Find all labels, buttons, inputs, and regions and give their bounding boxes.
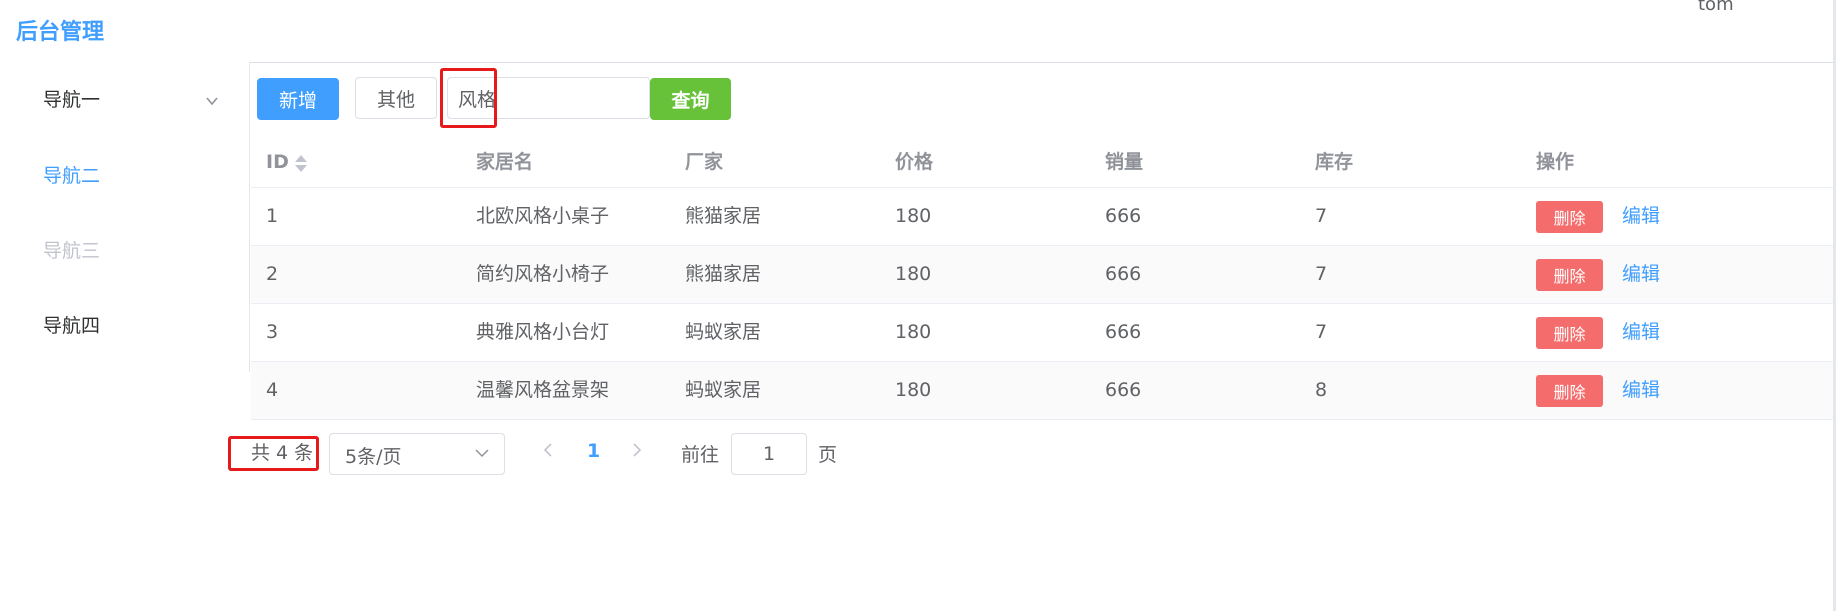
cell-name: 简约风格小椅子: [476, 263, 610, 285]
table-row: 3 典雅风格小台灯 蚂蚁家居 180 666 7 删除 编辑: [251, 304, 1833, 362]
cell-name: 典雅风格小台灯: [476, 321, 610, 343]
column-header-sales: 销量: [1105, 151, 1144, 173]
column-header-id[interactable]: ID: [266, 140, 307, 184]
user-name[interactable]: tom: [1698, 0, 1734, 15]
cell-maker: 蚂蚁家居: [685, 321, 762, 343]
pagination-total: 共 4 条: [251, 442, 314, 464]
sidebar-item-nav-3: 导航三: [43, 240, 101, 262]
sidebar-item-nav-1[interactable]: 导航一: [43, 85, 100, 112]
cell-sales: 666: [1105, 379, 1142, 401]
column-header-price: 价格: [895, 151, 934, 173]
top-header: 后台管理 tom: [0, 0, 1836, 63]
cell-price: 180: [895, 379, 932, 401]
goto-label: 前往: [681, 444, 720, 466]
delete-button[interactable]: 删除: [1536, 201, 1603, 233]
cell-maker: 熊猫家居: [685, 263, 762, 285]
cell-maker: 蚂蚁家居: [685, 379, 762, 401]
delete-button[interactable]: 删除: [1536, 259, 1603, 291]
chevron-down-icon: [475, 449, 489, 458]
cell-stock: 7: [1315, 205, 1328, 227]
chevron-down-icon[interactable]: [205, 94, 219, 108]
cell-maker: 熊猫家居: [685, 205, 762, 227]
table-row: 4 温馨风格盆景架 蚂蚁家居 180 666 8 删除 编辑: [251, 362, 1833, 420]
app-title: 后台管理: [16, 20, 105, 45]
page-size-select[interactable]: 5条/页: [329, 433, 505, 475]
goto-page-input[interactable]: [731, 433, 807, 475]
cell-stock: 8: [1315, 379, 1328, 401]
sidebar-item-nav-4[interactable]: 导航四: [43, 311, 100, 338]
cell-id: 3: [266, 321, 279, 343]
page-suffix-label: 页: [818, 444, 838, 466]
search-input[interactable]: [447, 77, 650, 119]
query-button[interactable]: 查询: [650, 78, 731, 120]
cell-price: 180: [895, 205, 932, 227]
product-table: ID 家居名 厂家 价格 销量 库存 操作 1 北欧风格小桌子 熊猫家居 180…: [251, 140, 1833, 420]
cell-name: 北欧风格小桌子: [476, 205, 610, 227]
cell-name: 温馨风格盆景架: [476, 379, 610, 401]
other-button[interactable]: 其他: [355, 77, 437, 119]
cell-sales: 666: [1105, 205, 1142, 227]
cell-price: 180: [895, 263, 932, 285]
next-page-icon[interactable]: [630, 440, 644, 460]
column-header-stock: 库存: [1315, 151, 1354, 173]
column-header-name: 家居名: [476, 151, 534, 173]
edit-link[interactable]: 编辑: [1622, 246, 1660, 303]
page-size-value: 5条/页: [345, 446, 402, 468]
edit-link[interactable]: 编辑: [1622, 188, 1660, 245]
table-row: 2 简约风格小椅子 熊猫家居 180 666 7 删除 编辑: [251, 246, 1833, 304]
cell-id: 4: [266, 379, 279, 401]
delete-button[interactable]: 删除: [1536, 375, 1603, 407]
page-number-current[interactable]: 1: [587, 440, 600, 462]
edit-link[interactable]: 编辑: [1622, 362, 1660, 419]
edit-link[interactable]: 编辑: [1622, 304, 1660, 361]
add-button[interactable]: 新增: [257, 78, 339, 120]
column-header-actions: 操作: [1536, 151, 1575, 173]
sidebar-item-nav-2[interactable]: 导航二: [43, 161, 100, 188]
cell-stock: 7: [1315, 321, 1328, 343]
cell-price: 180: [895, 321, 932, 343]
column-header-maker: 厂家: [685, 151, 724, 173]
sort-caret-icon[interactable]: [294, 153, 307, 173]
prev-page-icon[interactable]: [541, 440, 555, 460]
table-row: 1 北欧风格小桌子 熊猫家居 180 666 7 删除 编辑: [251, 188, 1833, 246]
sidebar-menu: [0, 62, 250, 372]
table-header-row: ID 家居名 厂家 价格 销量 库存 操作: [251, 140, 1833, 188]
cell-stock: 7: [1315, 263, 1328, 285]
cell-sales: 666: [1105, 263, 1142, 285]
delete-button[interactable]: 删除: [1536, 317, 1603, 349]
cell-id: 2: [266, 263, 279, 285]
cell-sales: 666: [1105, 321, 1142, 343]
cell-id: 1: [266, 205, 279, 227]
